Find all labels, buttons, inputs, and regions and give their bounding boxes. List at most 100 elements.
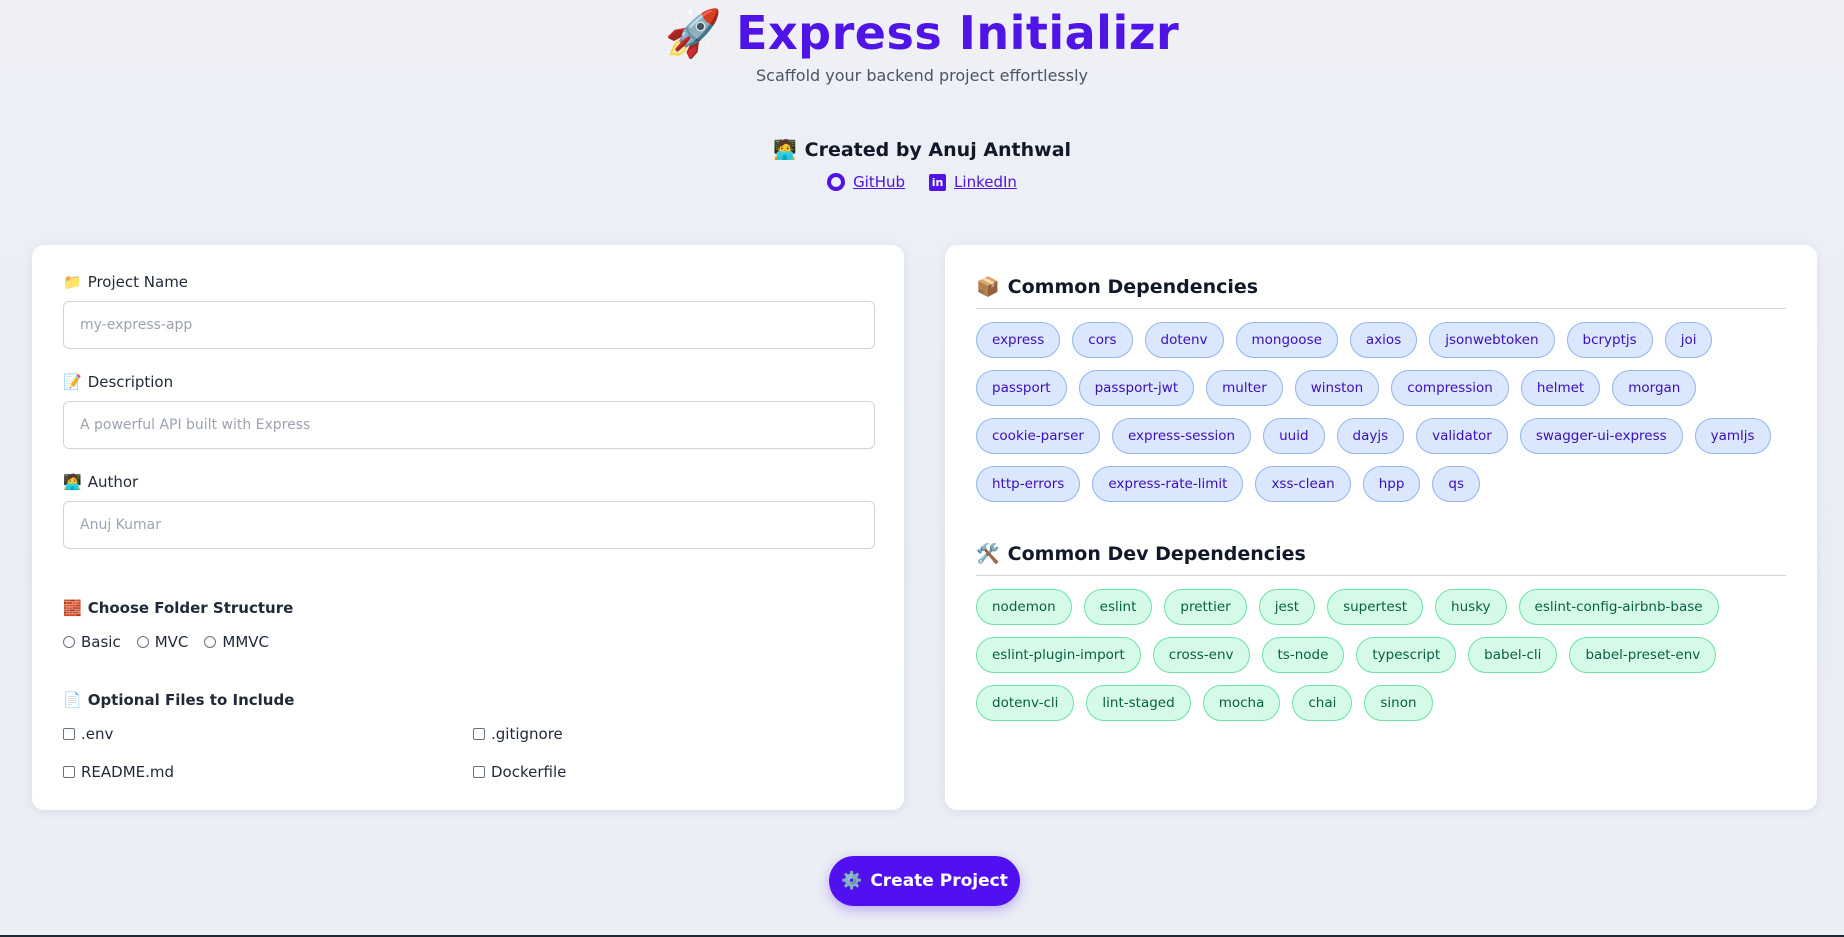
creator-line: 🧑‍💻 Created by Anuj Anthwal: [772, 138, 1072, 162]
optional-files-heading: 📄 Optional Files to Include: [63, 691, 873, 709]
dependency-tag-swagger-ui-express[interactable]: swagger-ui-express: [1519, 418, 1683, 454]
dependency-tag-mongoose[interactable]: mongoose: [1235, 322, 1338, 358]
checkbox-box[interactable]: [473, 728, 485, 740]
dev-dependency-tag-typescript[interactable]: typescript: [1356, 637, 1457, 673]
description-label: 📝 Description: [63, 373, 873, 391]
dev-dependency-tag-sinon[interactable]: sinon: [1364, 685, 1433, 721]
description-input[interactable]: [63, 401, 875, 449]
dependency-tag-http-errors[interactable]: http-errors: [976, 466, 1081, 502]
creator-text: Created by Anuj Anthwal: [804, 138, 1072, 161]
project-name-input[interactable]: [63, 301, 875, 349]
author-label-text: Author: [87, 473, 139, 491]
dependency-tag-yamljs[interactable]: yamljs: [1694, 418, 1771, 454]
dev-dependency-tag-dotenv-cli[interactable]: dotenv-cli: [976, 685, 1075, 721]
dependency-tag-validator[interactable]: validator: [1416, 418, 1508, 454]
dependency-tag-express[interactable]: express: [976, 322, 1061, 358]
dependency-tag-passport-jwt[interactable]: passport-jwt: [1078, 370, 1195, 406]
dependency-tag-passport[interactable]: passport: [976, 370, 1067, 406]
dependency-tag-morgan[interactable]: morgan: [1612, 370, 1697, 406]
radio-mvc-label: MVC: [154, 633, 189, 651]
dev-dependency-tag-nodemon[interactable]: nodemon: [976, 589, 1072, 625]
title-row: 🚀 Express Initializr: [0, 4, 1844, 62]
dependency-tag-hpp[interactable]: hpp: [1362, 466, 1421, 502]
checkbox-readme-label: README.md: [81, 763, 175, 781]
checkbox-box[interactable]: [473, 766, 485, 778]
developer-icon: 🧑‍💻: [772, 139, 797, 161]
dev-dependency-tag-ts-node[interactable]: ts-node: [1261, 637, 1345, 673]
folder-structure-label: Choose Folder Structure: [87, 599, 294, 617]
radio-circle[interactable]: [63, 636, 75, 648]
dev-dependency-tag-babel-cli[interactable]: babel-cli: [1468, 637, 1558, 673]
checkbox-gitignore[interactable]: .gitignore: [473, 725, 883, 743]
package-icon: 📦: [976, 276, 1000, 298]
dev-dependency-tag-eslint-config-airbnb-base[interactable]: eslint-config-airbnb-base: [1518, 589, 1719, 625]
social-links: GitHub in LinkedIn: [0, 173, 1844, 191]
dev-dependency-tag-husky[interactable]: husky: [1435, 589, 1507, 625]
dependency-tag-compression[interactable]: compression: [1391, 370, 1509, 406]
optional-files-grid: .env .gitignore README.md Dockerfile: [63, 725, 873, 781]
checkbox-env-label: .env: [81, 725, 114, 743]
tools-icon: 🛠️: [976, 543, 1000, 565]
dependency-tag-dayjs[interactable]: dayjs: [1336, 418, 1405, 454]
gear-icon: ⚙️: [841, 871, 863, 891]
author-label: 🧑‍💻 Author: [63, 473, 873, 491]
dependency-tag-dotenv[interactable]: dotenv: [1144, 322, 1224, 358]
github-link[interactable]: GitHub: [827, 173, 905, 191]
dev-dependency-tag-cross-env[interactable]: cross-env: [1152, 637, 1250, 673]
dependency-tag-bcryptjs[interactable]: bcryptjs: [1566, 322, 1653, 358]
dev-dependency-tag-eslint[interactable]: eslint: [1083, 589, 1153, 625]
dev-dependency-tag-prettier[interactable]: prettier: [1164, 589, 1247, 625]
radio-basic[interactable]: Basic: [63, 633, 121, 651]
memo-icon: 📝: [63, 373, 82, 391]
github-label: GitHub: [853, 173, 906, 191]
github-icon: [827, 173, 846, 191]
dependency-tag-multer[interactable]: multer: [1206, 370, 1283, 406]
dependency-tag-jsonwebtoken[interactable]: jsonwebtoken: [1429, 322, 1555, 358]
dev-dependency-tag-babel-preset-env[interactable]: babel-preset-env: [1569, 637, 1717, 673]
dependency-tag-joi[interactable]: joi: [1664, 322, 1713, 358]
dev-dependency-tag-chai[interactable]: chai: [1292, 685, 1353, 721]
dependency-tag-helmet[interactable]: helmet: [1520, 370, 1601, 406]
dependency-tag-cors[interactable]: cors: [1072, 322, 1133, 358]
radio-basic-label: Basic: [81, 633, 121, 651]
radio-mmvc[interactable]: MMVC: [204, 633, 269, 651]
dev-dependency-tag-eslint-plugin-import[interactable]: eslint-plugin-import: [976, 637, 1141, 673]
dependency-tag-axios[interactable]: axios: [1349, 322, 1418, 358]
dev-dependencies-title: Common Dev Dependencies: [1007, 542, 1306, 565]
page-title: Express Initializr: [736, 6, 1180, 60]
dependency-tag-winston[interactable]: winston: [1294, 370, 1380, 406]
dev-dependency-tag-supertest[interactable]: supertest: [1327, 589, 1424, 625]
dependency-tag-express-rate-limit[interactable]: express-rate-limit: [1092, 466, 1244, 502]
checkbox-readme[interactable]: README.md: [63, 763, 473, 781]
radio-circle[interactable]: [136, 636, 149, 648]
checkbox-box[interactable]: [63, 728, 75, 740]
dependency-tag-cookie-parser[interactable]: cookie-parser: [976, 418, 1100, 454]
dev-dependencies-heading: 🛠️ Common Dev Dependencies: [976, 542, 1786, 576]
dev-dependency-tag-jest[interactable]: jest: [1258, 589, 1316, 625]
radio-circle[interactable]: [204, 636, 217, 648]
author-input[interactable]: [63, 501, 875, 549]
dependency-tag-express-session[interactable]: express-session: [1111, 418, 1252, 454]
dependency-tag-xss-clean[interactable]: xss-clean: [1255, 466, 1351, 502]
linkedin-icon: in: [929, 173, 947, 191]
dependency-tag-qs[interactable]: qs: [1432, 466, 1480, 502]
bricks-icon: 🧱: [63, 599, 82, 617]
checkbox-dockerfile-label: Dockerfile: [491, 763, 567, 781]
checkbox-dockerfile[interactable]: Dockerfile: [473, 763, 883, 781]
checkbox-box[interactable]: [63, 766, 75, 778]
create-project-button[interactable]: ⚙️ Create Project: [829, 856, 1020, 906]
developer-icon: 🧑‍💻: [63, 473, 82, 491]
creator-section: 🧑‍💻 Created by Anuj Anthwal GitHub in Li…: [0, 138, 1844, 191]
checkbox-env[interactable]: .env: [63, 725, 473, 743]
linkedin-link[interactable]: in LinkedIn: [929, 173, 1017, 191]
radio-mvc[interactable]: MVC: [136, 633, 189, 651]
dev-dependency-tag-lint-staged[interactable]: lint-staged: [1086, 685, 1191, 721]
dependency-tag-uuid[interactable]: uuid: [1263, 418, 1325, 454]
folder-structure-options: Basic MVC MMVC: [63, 633, 873, 651]
folder-structure-heading: 🧱 Choose Folder Structure: [63, 599, 873, 617]
dev-dependencies-section: 🛠️ Common Dev Dependencies nodemon eslint…: [976, 542, 1786, 721]
project-name-label: 📁 Project Name: [63, 273, 873, 291]
dev-dependency-tag-mocha[interactable]: mocha: [1202, 685, 1281, 721]
project-name-label-text: Project Name: [87, 273, 189, 291]
dependencies-tag-list: express cors dotenv mongoose axios jsonwebtok…: [976, 322, 1786, 502]
